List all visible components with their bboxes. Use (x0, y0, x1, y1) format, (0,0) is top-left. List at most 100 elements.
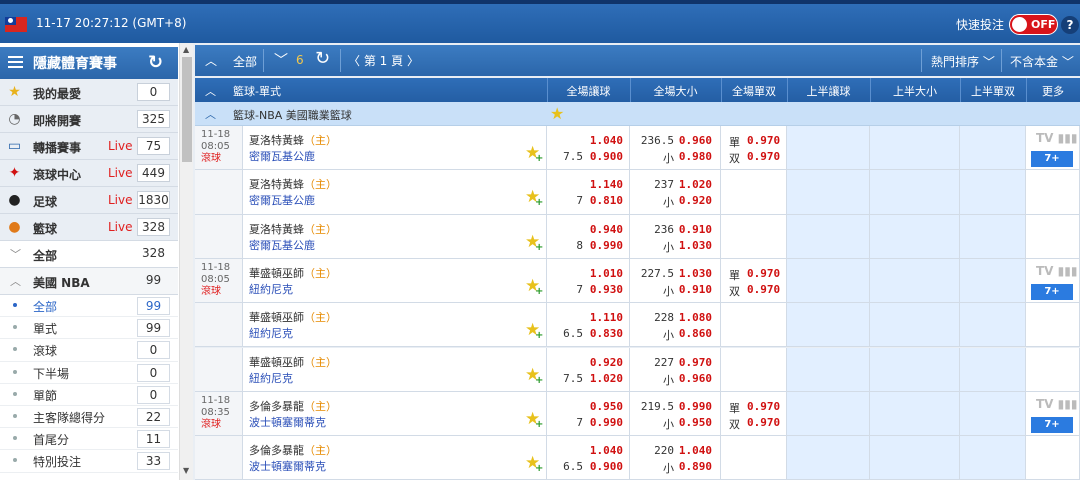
ou-odds-over[interactable]: 0.910 (679, 223, 712, 236)
ou-odds-over[interactable]: 0.990 (679, 400, 712, 413)
ou-odds-under[interactable]: 1.030 (679, 239, 712, 252)
full-oe-cell[interactable] (721, 214, 787, 258)
full-ou-cell[interactable]: 227.5 1.030 小 0.910 (630, 258, 721, 303)
hdp-odds-home[interactable]: 0.920 (590, 356, 623, 369)
more-markets-button[interactable]: 7+ (1031, 416, 1073, 433)
hdp-odds-home[interactable]: 1.110 (590, 311, 623, 324)
favorite-star-icon[interactable]: ★ (525, 410, 544, 433)
full-hdp-cell[interactable]: 1.010 7 0.930 (547, 258, 630, 303)
collapse-icon[interactable]: ︿ (205, 83, 216, 99)
odd-odds[interactable]: 0.970 (747, 134, 780, 147)
ou-odds-under[interactable]: 0.950 (679, 416, 712, 429)
full-ou-cell[interactable]: 227 0.970 小 0.960 (630, 347, 721, 391)
full-hdp-cell[interactable]: 0.920 7.5 1.020 (547, 347, 630, 391)
full-hdp-cell[interactable]: 1.140 7 0.810 (547, 170, 630, 214)
scroll-thumb[interactable] (182, 57, 192, 162)
hdp-odds-away[interactable]: 0.990 (590, 416, 623, 429)
full-hdp-cell[interactable]: 1.040 6.5 0.900 (547, 436, 630, 480)
even-odds[interactable]: 0.970 (747, 150, 780, 163)
full-oe-cell[interactable] (721, 436, 787, 480)
next-page-icon[interactable]: 〉 (407, 54, 419, 68)
hdp-odds-home[interactable]: 0.940 (590, 223, 623, 236)
hdp-odds-home[interactable]: 0.950 (590, 400, 623, 413)
league-row[interactable]: ︿ 籃球-NBA 美國職業籃球 ★ (195, 102, 1080, 126)
ou-odds-under[interactable]: 0.980 (679, 150, 712, 163)
even-odds[interactable]: 0.970 (747, 416, 780, 429)
hdp-odds-away[interactable]: 0.900 (590, 460, 623, 473)
hdp-odds-away[interactable]: 0.830 (590, 327, 623, 340)
full-hdp-cell[interactable]: 1.110 6.5 0.830 (547, 303, 630, 347)
more-markets-button[interactable]: 7+ (1031, 283, 1073, 300)
favorite-star-icon[interactable]: ★ (550, 104, 564, 123)
refresh-icon[interactable]: ↻ (315, 48, 330, 69)
tv-icon[interactable]: TV ▮▮▮ (1036, 264, 1077, 278)
full-hdp-cell[interactable]: 0.940 8 0.990 (547, 214, 630, 258)
sidebar-subitem[interactable]: 單式 99 (0, 317, 178, 340)
hdp-odds-home[interactable]: 1.040 (590, 444, 623, 457)
hdp-odds-away[interactable]: 0.930 (590, 283, 623, 296)
sidebar-subitem[interactable]: 首尾分 11 (0, 428, 178, 451)
full-ou-cell[interactable]: 236 0.910 小 1.030 (630, 214, 721, 258)
ou-odds-over[interactable]: 1.030 (679, 267, 712, 280)
prev-page-icon[interactable]: 〈 (348, 54, 360, 68)
sidebar-subitem[interactable]: 全部 99 (0, 295, 178, 318)
even-odds[interactable]: 0.970 (747, 283, 780, 296)
collapse-all-icon[interactable]: ︿ (205, 52, 217, 69)
sidebar-subitem[interactable]: 滾球 0 (0, 339, 178, 362)
favorite-star-icon[interactable]: ★ (525, 322, 544, 345)
full-oe-cell[interactable]: 單 0.970 双 0.970 (721, 391, 787, 436)
hdp-odds-home[interactable]: 1.040 (590, 134, 623, 147)
favorite-star-icon[interactable]: ★ (525, 189, 544, 212)
full-ou-cell[interactable]: 220 1.040 小 0.890 (630, 436, 721, 480)
help-icon[interactable]: ? (1061, 16, 1079, 34)
more-markets-button[interactable]: 7+ (1031, 151, 1073, 167)
sidebar-item[interactable]: ▭ 轉播賽事 Live 75 (0, 133, 178, 160)
ou-odds-over[interactable]: 1.080 (679, 311, 712, 324)
ou-odds-under[interactable]: 0.920 (679, 194, 712, 207)
hdp-odds-away[interactable]: 0.990 (590, 239, 623, 252)
full-oe-cell[interactable] (721, 170, 787, 214)
menu-icon[interactable] (8, 56, 23, 69)
sidebar-item[interactable]: ◔ 即將開賽 325 (0, 106, 178, 133)
scroll-up-icon[interactable]: ▲ (183, 45, 189, 54)
filter-all-button[interactable]: 全部 (233, 53, 257, 70)
ou-odds-under[interactable]: 0.910 (679, 283, 712, 296)
favorite-star-icon[interactable]: ★ (525, 277, 544, 300)
full-oe-cell[interactable]: 單 0.970 双 0.970 (721, 258, 787, 303)
ou-odds-under[interactable]: 0.960 (679, 372, 712, 385)
sidebar-subitem[interactable]: 特別投注 33 (0, 450, 178, 473)
tv-icon[interactable]: TV ▮▮▮ (1036, 131, 1077, 145)
hdp-odds-away[interactable]: 1.020 (590, 372, 623, 385)
ou-odds-over[interactable]: 1.040 (679, 444, 712, 457)
sidebar-item[interactable]: ✦ 滾球中心 Live 449 (0, 160, 178, 187)
hdp-odds-home[interactable]: 1.010 (590, 267, 623, 280)
favorite-star-icon[interactable]: ★ (525, 233, 544, 256)
sidebar-subitem[interactable]: 單節 0 (0, 383, 178, 406)
full-ou-cell[interactable]: 237 1.020 小 0.920 (630, 170, 721, 214)
favorite-star-icon[interactable]: ★ (525, 145, 544, 168)
favorite-star-icon[interactable]: ★ (525, 455, 544, 478)
sidebar-title[interactable]: 隱藏體育賽事 (33, 53, 117, 73)
odd-odds[interactable]: 0.970 (747, 400, 780, 413)
full-ou-cell[interactable]: 219.5 0.990 小 0.950 (630, 391, 721, 436)
favorite-star-icon[interactable]: ★ (525, 366, 544, 389)
hdp-odds-away[interactable]: 0.810 (590, 194, 623, 207)
full-oe-cell[interactable] (721, 347, 787, 391)
sidebar-subitem[interactable]: 下半場 0 (0, 361, 178, 384)
pager[interactable]: 〈 第 1 頁 〉 (348, 52, 419, 69)
scroll-down-icon[interactable]: ▼ (183, 466, 189, 475)
ou-odds-under[interactable]: 0.860 (679, 327, 712, 340)
sidebar-item[interactable]: ﹀ 全部 328 (0, 241, 178, 268)
league-collapse-icon[interactable]: ︿ (205, 106, 216, 122)
ou-odds-under[interactable]: 0.890 (679, 460, 712, 473)
hdp-odds-home[interactable]: 1.140 (590, 178, 623, 191)
full-hdp-cell[interactable]: 0.950 7 0.990 (547, 391, 630, 436)
ou-odds-over[interactable]: 0.970 (679, 356, 712, 369)
hdp-odds-away[interactable]: 0.900 (590, 150, 623, 163)
refresh-icon[interactable]: ↻ (148, 52, 163, 73)
sort-dropdown[interactable]: 熱門排序 ﹀ (931, 53, 995, 70)
ou-odds-over[interactable]: 0.960 (679, 134, 712, 147)
ou-odds-over[interactable]: 1.020 (679, 178, 712, 191)
full-hdp-cell[interactable]: 1.040 7.5 0.900 (547, 126, 630, 170)
sidebar-item[interactable]: ︿ 美國 NBA 99 (0, 268, 178, 295)
